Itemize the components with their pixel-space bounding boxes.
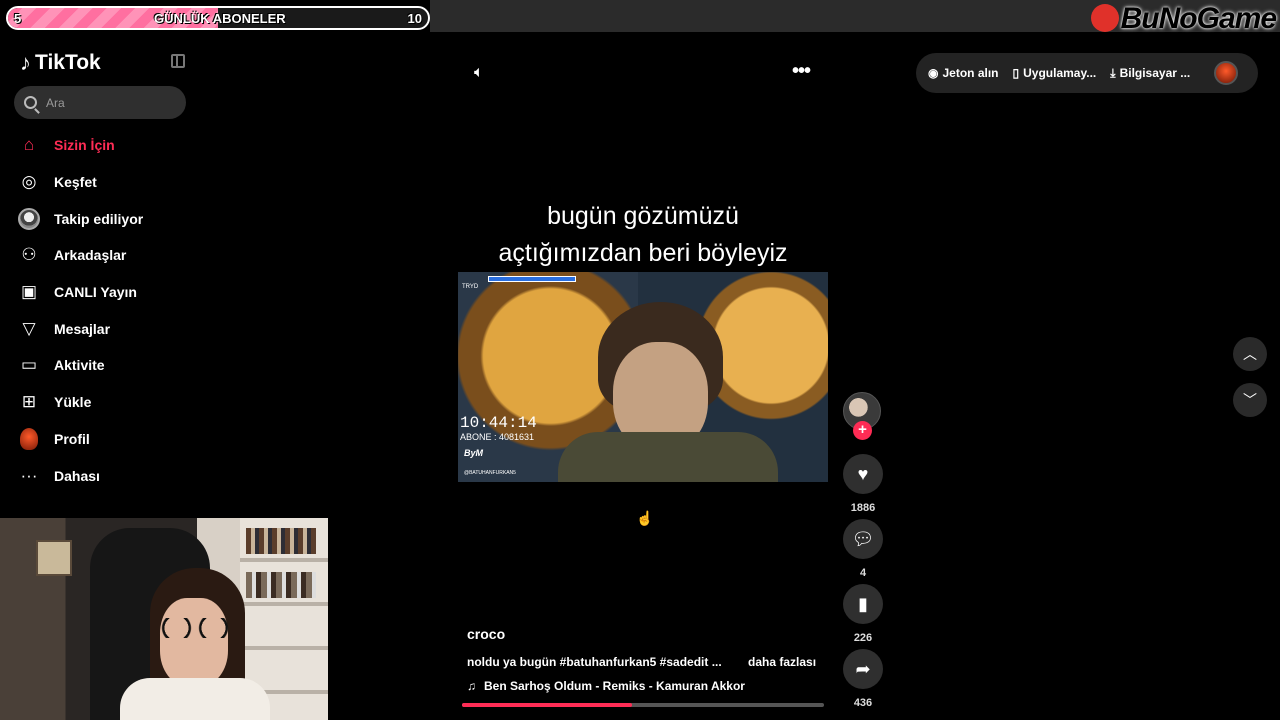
tiktok-logo[interactable]: ♪ TikTok <box>20 50 101 76</box>
user-avatar[interactable] <box>1214 61 1239 85</box>
goal-start: 5 <box>14 11 22 26</box>
mouse-cursor-icon: ☝ <box>636 510 654 526</box>
friends-icon: ⚇ <box>21 245 37 265</box>
download-icon: ⤓ <box>1110 65 1116 80</box>
clip-logo: ByM <box>464 448 484 458</box>
sidebar-item-for-you[interactable]: ⌂ Sizin İçin <box>18 127 143 164</box>
clip-sub-count: ABONE : 4081631 <box>460 432 535 442</box>
sidebar-item-following[interactable]: Takip ediliyor <box>18 200 143 237</box>
get-coins-button[interactable]: ◉ Jeton alın <box>928 66 999 80</box>
share-icon[interactable]: ➦ <box>843 649 883 689</box>
top-actions-pill: ◉ Jeton alın ▯ Uygulamay... ⤓ Bilgisayar… <box>916 53 1258 93</box>
sidebar-item-activity[interactable]: ▭ Aktivite <box>18 347 143 384</box>
get-app-button[interactable]: ▯ Uygulamay... <box>1013 66 1097 80</box>
daily-subs-goal-bar: 5 GÜNLÜK ABONELER 10 <box>6 6 430 30</box>
save-count: 226 <box>853 632 873 644</box>
sidebar-item-more[interactable]: ··· Dahası <box>18 457 143 494</box>
goal-title: GÜNLÜK ABONELER <box>154 11 286 26</box>
next-video-button[interactable]: ﹀ <box>1233 383 1267 417</box>
sidebar-item-profile[interactable]: Profil <box>18 421 143 458</box>
sidebar: ♪ TikTok ⌂ Sizin İçin ◎ Keşfet Takip edi… <box>0 32 200 518</box>
sidebar-item-upload[interactable]: ⊞ Yükle <box>18 384 143 421</box>
desktop-app-button[interactable]: ⤓ Bilgisayar ... <box>1110 66 1190 81</box>
video-player[interactable]: TRYD 10:44:14 ABONE : 4081631 ByM @BATUH… <box>458 272 828 482</box>
compass-icon: ◎ <box>21 172 37 192</box>
activity-icon: ▭ <box>20 355 38 375</box>
streamer-webcam <box>0 518 328 720</box>
search-box[interactable] <box>14 86 186 119</box>
see-more-link[interactable]: daha fazlası <box>748 655 816 669</box>
upload-icon: ⊞ <box>21 392 37 412</box>
video-music[interactable]: ♫ Ben Sarhoş Oldum - Remiks - Kamuran Ak… <box>467 679 745 693</box>
music-note-icon: ♫ <box>467 679 476 693</box>
profile-avatar-icon <box>18 427 40 450</box>
search-icon <box>24 96 37 109</box>
video-progress-bar[interactable] <box>462 703 824 707</box>
stream-watermark: BuNoGame <box>1090 2 1277 36</box>
tiktok-note-icon: ♪ <box>20 50 31 75</box>
more-dots-icon: ··· <box>20 465 38 485</box>
volume-icon[interactable]: 🔈︎ <box>474 64 484 82</box>
heart-icon[interactable]: ♥ <box>843 454 883 494</box>
comment-action: 💬︎ 4 <box>843 519 883 579</box>
search-input[interactable] <box>46 95 166 110</box>
sidebar-nav: ⌂ Sizin İçin ◎ Keşfet Takip ediliyor ⚇ A… <box>18 127 143 494</box>
sidebar-item-friends[interactable]: ⚇ Arkadaşlar <box>18 237 143 274</box>
more-options-icon[interactable]: ••• <box>792 60 811 83</box>
comment-count: 4 <box>859 567 867 579</box>
bookmark-icon[interactable]: ▮ <box>843 584 883 624</box>
chevron-down-icon: ﹀ <box>1243 392 1257 408</box>
sidebar-item-explore[interactable]: ◎ Keşfet <box>18 164 143 201</box>
live-icon: ▣ <box>20 282 38 302</box>
collapse-sidebar-icon[interactable] <box>171 54 185 68</box>
comment-icon[interactable]: 💬︎ <box>843 519 883 559</box>
watermark-logo-icon <box>1090 4 1119 32</box>
home-icon: ⌂ <box>23 135 35 155</box>
save-action: ▮ 226 <box>843 584 883 644</box>
video-author[interactable]: croco <box>467 626 505 642</box>
phone-icon: ▯ <box>1012 66 1020 80</box>
like-action: ♥ 1886 <box>843 454 883 514</box>
previous-video-button[interactable]: ︿ <box>1233 337 1267 371</box>
clip-handle: @BATUHANFURKAN5 <box>464 470 516 476</box>
video-description: noldu ya bugün #batuhanfurkan5 #sadedit … <box>467 655 722 669</box>
following-avatar-icon <box>18 207 40 230</box>
follow-plus-icon[interactable]: + <box>853 421 872 440</box>
like-count: 1886 <box>850 502 876 514</box>
clip-clock: 10:44:14 <box>460 414 537 432</box>
goal-target: 10 <box>407 11 422 26</box>
sidebar-item-live[interactable]: ▣ CANLI Yayın <box>18 274 143 311</box>
share-count: 436 <box>853 697 873 709</box>
send-icon: ▽ <box>22 318 36 338</box>
chevron-up-icon: ︿ <box>1243 346 1257 362</box>
video-caption: bugün gözümüzü açtığımızdan beri böyleyi… <box>498 202 788 267</box>
video-progress-fill <box>462 703 633 707</box>
share-action: ➦ 436 <box>843 649 883 709</box>
sidebar-item-messages[interactable]: ▽ Mesajlar <box>18 310 143 347</box>
coin-icon: ◉ <box>928 66 939 80</box>
